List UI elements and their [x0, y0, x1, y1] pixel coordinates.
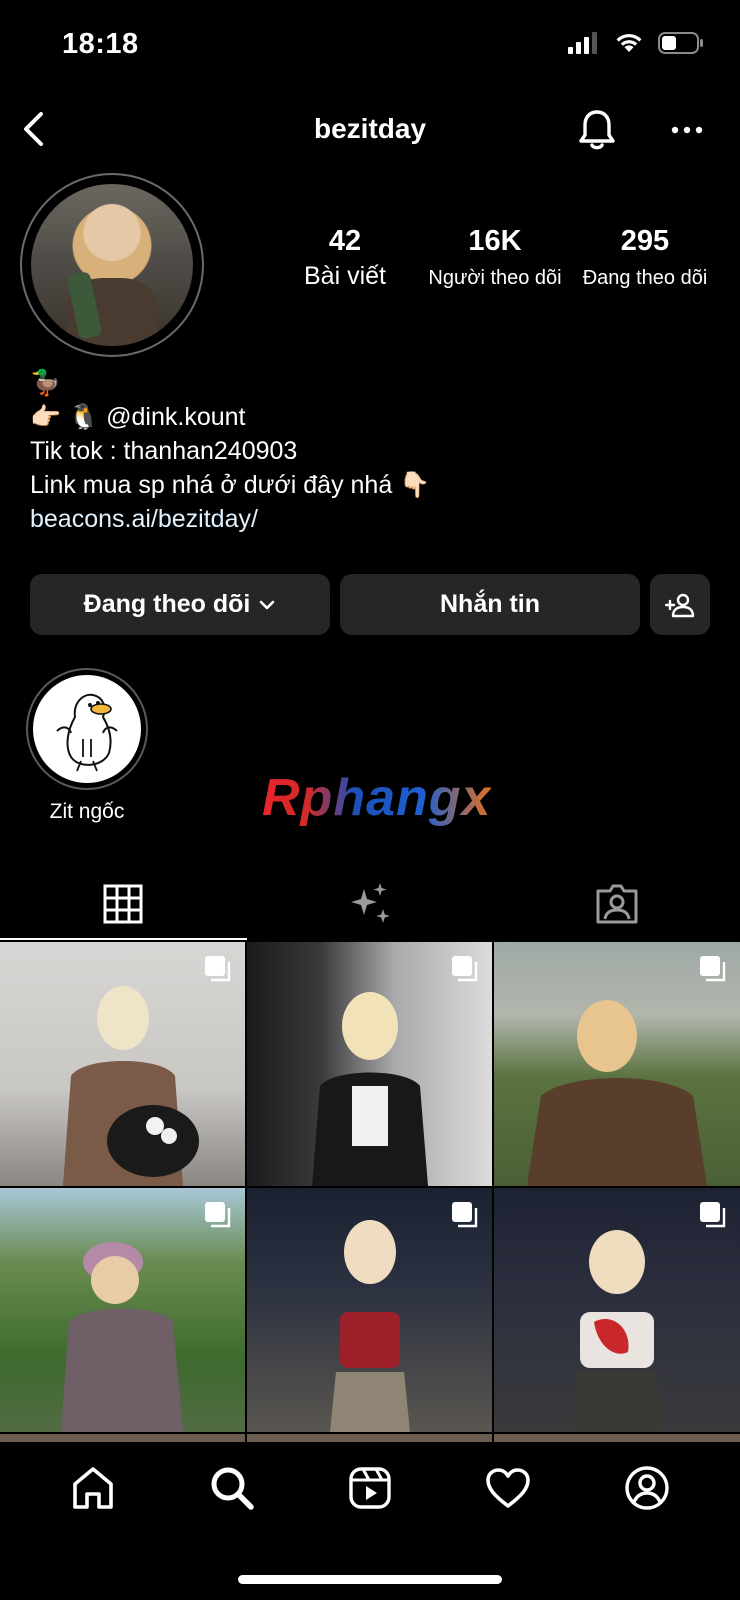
multi-photo-icon	[700, 1202, 726, 1228]
home-indicator	[238, 1575, 502, 1584]
bell-icon	[579, 110, 615, 150]
watermark-logo: Rphangx	[262, 769, 492, 827]
bio-line-tiktok: Tik tok : thanhan240903	[30, 437, 298, 465]
posts-grid	[0, 942, 740, 1432]
stat-followers-label: Người theo dõi	[428, 266, 562, 289]
nav-reels[interactable]	[301, 1466, 439, 1510]
page-title-username: bezitday	[313, 113, 427, 144]
avatar-image	[31, 184, 193, 346]
nav-search[interactable]	[162, 1465, 300, 1511]
battery-icon	[658, 32, 703, 54]
reels-icon	[349, 1467, 391, 1509]
highlight-ring	[26, 668, 148, 790]
profile-bio: 🦆 👉🏻 🐧 @dink.kount Tik tok : thanhan2409…	[30, 366, 710, 536]
search-icon	[211, 1467, 254, 1510]
tagged-icon	[596, 884, 638, 924]
profile-header: bezitday	[0, 95, 740, 165]
grid-icon	[103, 884, 143, 924]
add-user-icon	[665, 593, 695, 617]
status-time: 18:18	[62, 28, 139, 60]
post-thumbnail[interactable]	[247, 942, 492, 1186]
stat-followers[interactable]: 16K Người theo dõi	[420, 225, 570, 291]
message-button-label: Nhắn tin	[440, 590, 540, 618]
tab-reels[interactable]	[247, 868, 494, 940]
bio-line-shop: Link mua sp nhá ở dưới đây nhá 👇🏻	[30, 471, 431, 499]
stat-following[interactable]: 295 Đang theo dõi	[570, 225, 720, 291]
post-thumbnail[interactable]	[0, 1188, 245, 1432]
multi-photo-icon	[205, 1202, 231, 1228]
stat-following-label: Đang theo dõi	[582, 266, 708, 289]
bio-link[interactable]: beacons.ai/bezitday/	[30, 502, 710, 536]
multi-photo-icon	[205, 956, 231, 982]
duck-doodle-icon	[33, 675, 141, 783]
nav-home[interactable]	[24, 1465, 162, 1511]
wifi-icon	[616, 34, 642, 52]
profile-stats: 42 Bài viết 16K Người theo dõi 295 Đang …	[270, 225, 720, 291]
reels-sparkle-icon	[351, 883, 390, 923]
tab-posts-grid[interactable]	[0, 868, 247, 940]
post-thumbnail[interactable]	[494, 942, 740, 1186]
post-thumbnail[interactable]	[0, 942, 245, 1186]
status-icons	[568, 32, 704, 54]
post-thumbnail[interactable]	[494, 1188, 740, 1432]
home-icon	[73, 1467, 114, 1509]
notifications-button[interactable]	[574, 107, 620, 153]
nav-profile[interactable]	[578, 1465, 716, 1511]
profile-icon	[625, 1466, 669, 1510]
bio-line-mention[interactable]: 👉🏻 🐧 @dink.kount	[30, 400, 710, 434]
profile-actions: Đang theo dõi Nhắn tin	[30, 574, 710, 635]
bio-line-emoji: 🦆	[30, 369, 62, 397]
following-button[interactable]: Đang theo dõi	[30, 574, 330, 635]
following-button-label: Đang theo dõi	[83, 590, 251, 618]
status-bar: 18:18	[0, 0, 740, 95]
stat-followers-count: 16K	[468, 225, 522, 257]
heart-icon	[486, 1468, 531, 1508]
message-button[interactable]: Nhắn tin	[340, 574, 640, 635]
tab-tagged[interactable]	[493, 868, 740, 940]
stat-following-count: 295	[620, 225, 670, 257]
multi-photo-icon	[452, 1202, 478, 1228]
post-thumbnail[interactable]	[247, 1188, 492, 1432]
multi-photo-icon	[700, 956, 726, 982]
multi-photo-icon	[452, 956, 478, 982]
suggested-users-button[interactable]	[650, 574, 710, 635]
profile-tabs	[0, 868, 740, 940]
nav-activity[interactable]	[439, 1467, 577, 1509]
stat-posts[interactable]: 42 Bài viết	[270, 225, 420, 291]
more-options-button[interactable]	[664, 107, 710, 153]
stat-posts-count: 42	[328, 225, 362, 257]
signal-icon	[568, 32, 597, 54]
bottom-navigation	[0, 1442, 740, 1600]
profile-avatar[interactable]	[20, 173, 204, 357]
more-icon	[671, 126, 703, 134]
story-highlight[interactable]: Zit ngốc	[26, 668, 148, 824]
chevron-down-icon	[260, 600, 275, 609]
posts-grid-next-row	[0, 1434, 740, 1442]
highlight-label: Zit ngốc	[49, 800, 125, 823]
stat-posts-label: Bài viết	[304, 261, 386, 290]
